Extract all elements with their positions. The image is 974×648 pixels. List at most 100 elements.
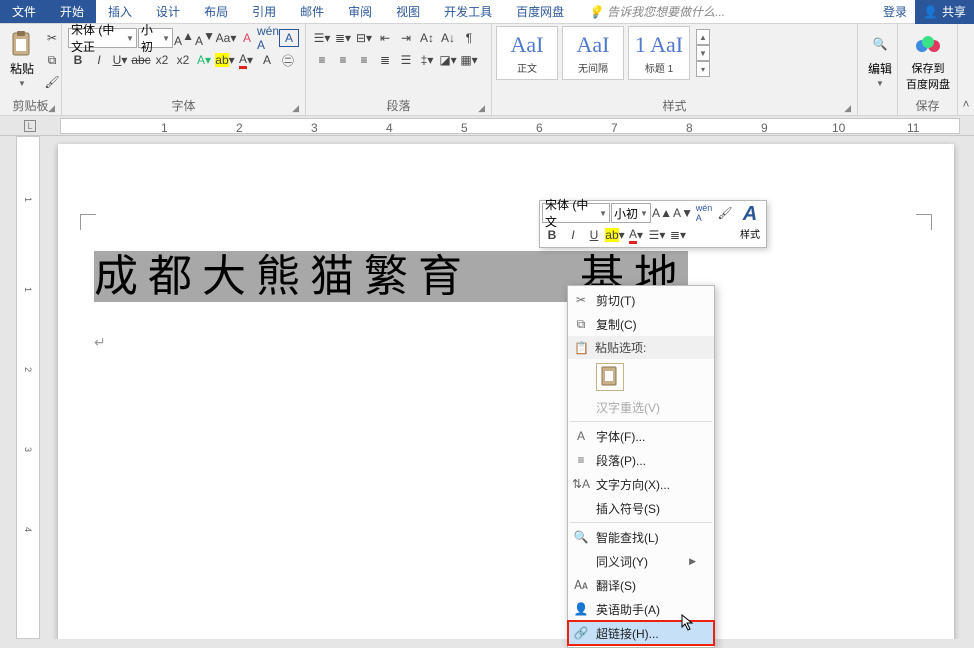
change-case-button[interactable]: Aa▾ [216, 28, 236, 48]
ctx-english[interactable]: 👤英语助手(A) [568, 597, 714, 621]
underline-button[interactable]: U▾ [110, 50, 130, 70]
mini-grow[interactable]: A▲ [652, 203, 672, 223]
mini-phonetic[interactable]: wénA [694, 203, 714, 223]
superscript-button[interactable]: x2 [173, 50, 193, 70]
style-heading1[interactable]: 1 AaI标题 1 [628, 26, 690, 80]
highlight-button[interactable]: ab▾ [215, 50, 235, 70]
tab-layout[interactable]: 布局 [192, 0, 240, 23]
margin-corner [916, 214, 932, 230]
phonetic-button[interactable]: wénA [258, 28, 278, 48]
align-left-button[interactable]: ≡ [312, 50, 332, 70]
mini-styles-button[interactable]: A 样式 [736, 203, 764, 245]
tab-file[interactable]: 文件 [0, 0, 48, 23]
document-page[interactable]: 成都大熊猫繁育 基地 ↵ [58, 144, 954, 639]
style-expand[interactable]: ▾ [696, 61, 710, 77]
format-painter-button[interactable]: 🖌 [42, 72, 62, 92]
align-center-button[interactable]: ≡ [333, 50, 353, 70]
launcher-icon[interactable]: ◢ [48, 103, 55, 114]
show-marks-button[interactable]: ¶ [459, 28, 479, 48]
mini-underline[interactable]: U [584, 225, 604, 245]
multilevel-button[interactable]: ⊟▾ [354, 28, 374, 48]
bold-button[interactable]: B [68, 50, 88, 70]
sort-button[interactable]: A↓ [438, 28, 458, 48]
style-scroll-up[interactable]: ▲ [696, 29, 710, 45]
mini-numbering[interactable]: ≣▾ [668, 225, 688, 245]
line-spacing-button[interactable]: ‡▾ [417, 50, 437, 70]
borders-button[interactable]: ▦▾ [459, 50, 479, 70]
align-right-button[interactable]: ≡ [354, 50, 374, 70]
ctx-font[interactable]: A字体(F)... [568, 424, 714, 448]
mini-highlight[interactable]: ab▾ [605, 225, 625, 245]
horizontal-ruler[interactable]: 1234567891011 [60, 118, 960, 134]
ctx-cut[interactable]: ✂剪切(T) [568, 288, 714, 312]
ctx-translate[interactable]: 🗛翻译(S) [568, 573, 714, 597]
inc-indent-button[interactable]: ⇥ [396, 28, 416, 48]
font-name-select[interactable]: 宋体 (中文正▼ [68, 28, 137, 48]
ctx-symbol[interactable]: 插入符号(S) [568, 496, 714, 520]
login-link[interactable]: 登录 [875, 3, 915, 20]
mini-color[interactable]: A▾ [626, 225, 646, 245]
font-color-button[interactable]: A▾ [236, 50, 256, 70]
ctx-smart-lookup[interactable]: 🔍智能查找(L) [568, 525, 714, 549]
paste-button[interactable]: 粘贴 ▼ [4, 26, 40, 92]
tab-developer[interactable]: 开发工具 [432, 0, 504, 23]
tab-references[interactable]: 引用 [240, 0, 288, 23]
align-justify-button[interactable]: ≣ [375, 50, 395, 70]
style-normal[interactable]: AaI正文 [496, 26, 558, 80]
bulb-icon: 💡 [588, 5, 603, 19]
font-size-select[interactable]: 小初▼ [138, 28, 173, 48]
shrink-font-button[interactable]: A▼ [195, 28, 215, 48]
ctx-paragraph[interactable]: ≡段落(P)... [568, 448, 714, 472]
ctx-text-direction[interactable]: ⇅A文字方向(X)... [568, 472, 714, 496]
align-distribute-button[interactable]: ☰ [396, 50, 416, 70]
tab-selector[interactable]: L [24, 120, 36, 132]
save-baidu-button[interactable]: 保存到 百度网盘 [902, 26, 954, 96]
mini-bold[interactable]: B [542, 225, 562, 245]
numbering-button[interactable]: ≣▾ [333, 28, 353, 48]
cut-button[interactable]: ✂ [42, 28, 62, 48]
launcher-icon[interactable]: ◢ [478, 103, 485, 114]
copy-button[interactable]: ⧉ [42, 50, 62, 70]
share-button[interactable]: 👤共享 [915, 0, 974, 24]
grow-font-button[interactable]: A▲ [174, 28, 194, 48]
subscript-button[interactable]: x2 [152, 50, 172, 70]
mini-font-select[interactable]: 宋体 (中文▼ [542, 203, 610, 223]
vertical-ruler[interactable]: 11234 [16, 136, 40, 639]
tab-design[interactable]: 设计 [144, 0, 192, 23]
enclose-button[interactable]: ㊁ [278, 50, 298, 70]
tell-me[interactable]: 💡告诉我您想要做什么... [576, 0, 737, 23]
char-shading-button[interactable]: A [257, 50, 277, 70]
ctx-hyperlink[interactable]: 🔗超链接(H)... [568, 621, 714, 645]
ctx-synonyms[interactable]: 同义词(Y)▶ [568, 549, 714, 573]
launcher-icon[interactable]: ◢ [292, 103, 299, 114]
paste-keep-source[interactable] [596, 363, 624, 391]
mini-bullets[interactable]: ☰▾ [647, 225, 667, 245]
launcher-icon[interactable]: ◢ [844, 103, 851, 114]
style-scroll-down[interactable]: ▼ [696, 45, 710, 61]
clear-format-button[interactable]: A [237, 28, 257, 48]
copy-icon: ⧉ [572, 315, 590, 333]
tab-home[interactable]: 开始 [48, 0, 96, 23]
style-nospace[interactable]: AaI无间隔 [562, 26, 624, 80]
ctx-copy[interactable]: ⧉复制(C) [568, 312, 714, 336]
find-button[interactable]: 🔍编辑▼ [862, 26, 898, 92]
bullets-button[interactable]: ☰▾ [312, 28, 332, 48]
tab-baidu[interactable]: 百度网盘 [504, 0, 576, 23]
dec-indent-button[interactable]: ⇤ [375, 28, 395, 48]
text-effects-button[interactable]: A▾ [194, 50, 214, 70]
tab-view[interactable]: 视图 [384, 0, 432, 23]
text-direction-button[interactable]: A↕ [417, 28, 437, 48]
mini-size-select[interactable]: 小初▼ [611, 203, 651, 223]
tab-mail[interactable]: 邮件 [288, 0, 336, 23]
group-clipboard: 粘贴 ▼ ✂ ⧉ 🖌 剪贴板◢ [0, 24, 62, 115]
collapse-ribbon[interactable]: ˄ [958, 24, 974, 115]
strike-button[interactable]: abc [131, 50, 151, 70]
tab-insert[interactable]: 插入 [96, 0, 144, 23]
tab-review[interactable]: 审阅 [336, 0, 384, 23]
char-border-button[interactable]: A [279, 29, 299, 47]
shading-button[interactable]: ◪▾ [438, 50, 458, 70]
italic-button[interactable]: I [89, 50, 109, 70]
mini-italic[interactable]: I [563, 225, 583, 245]
mini-shrink[interactable]: A▼ [673, 203, 693, 223]
mini-format-painter[interactable]: 🖌 [715, 203, 735, 223]
